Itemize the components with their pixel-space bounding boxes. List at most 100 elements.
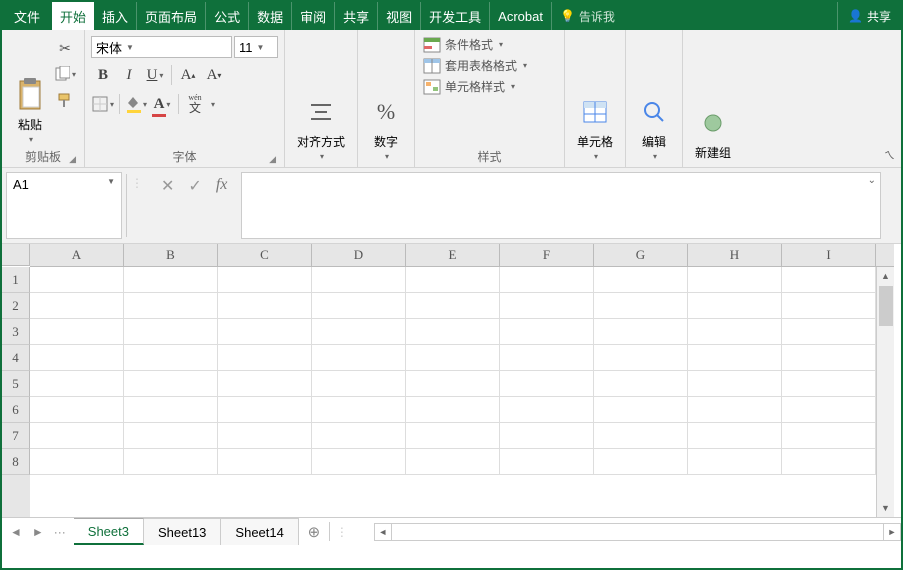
cell[interactable] [312,371,406,397]
tab-file[interactable]: 文件 [2,2,52,30]
paste-button[interactable]: 粘贴 ▾ [8,34,52,146]
cell[interactable] [124,319,218,345]
cell[interactable] [30,319,124,345]
cell[interactable] [312,397,406,423]
cell[interactable] [594,293,688,319]
cell[interactable] [406,267,500,293]
share-button[interactable]: 👤 共享 [837,2,901,30]
decrease-font-button[interactable]: A▾ [202,63,226,87]
cell[interactable] [594,319,688,345]
cut-button[interactable]: ✂ [54,38,76,58]
tab-page-layout[interactable]: 页面布局 [137,2,206,30]
tab-data[interactable]: 数据 [249,2,292,30]
cell[interactable] [124,267,218,293]
italic-button[interactable]: I [117,63,141,87]
scroll-left-button[interactable]: ◄ [374,523,392,541]
accept-formula-button[interactable]: ✓ [188,176,201,196]
table-format-button[interactable]: 套用表格格式▾ [423,57,527,74]
resize-handle[interactable]: ⋮ [330,518,354,545]
cell[interactable] [218,371,312,397]
cell[interactable] [406,371,500,397]
row-header-1[interactable]: 1 [2,267,30,293]
col-header-B[interactable]: B [124,244,218,266]
cell[interactable] [594,267,688,293]
phonetic-button[interactable]: wén文 [183,92,207,116]
col-header-A[interactable]: A [30,244,124,266]
cell[interactable] [782,449,876,475]
cell[interactable] [218,345,312,371]
cell[interactable] [594,423,688,449]
cell[interactable] [124,345,218,371]
conditional-format-button[interactable]: 条件格式▾ [423,36,527,53]
cells-button[interactable]: 单元格 ▾ [571,34,619,163]
clipboard-launcher[interactable]: ◢ [69,154,76,165]
fill-color-button[interactable]: ▾ [124,92,148,116]
row-header-8[interactable]: 8 [2,449,30,475]
cell[interactable] [30,345,124,371]
cell[interactable] [594,371,688,397]
cell[interactable] [30,397,124,423]
col-header-E[interactable]: E [406,244,500,266]
cell[interactable] [688,267,782,293]
cell[interactable] [124,371,218,397]
cell[interactable] [30,371,124,397]
cell[interactable] [312,319,406,345]
cell[interactable] [500,397,594,423]
cell[interactable] [30,293,124,319]
font-color-button[interactable]: A▾ [150,92,174,116]
row-header-7[interactable]: 7 [2,423,30,449]
cell[interactable] [312,345,406,371]
cell[interactable] [500,319,594,345]
cell[interactable] [406,319,500,345]
cell[interactable] [30,267,124,293]
cell[interactable] [124,293,218,319]
scroll-up-button[interactable]: ▲ [877,267,894,285]
cell[interactable] [688,319,782,345]
cell[interactable] [30,449,124,475]
cell[interactable] [312,293,406,319]
add-sheet-button[interactable]: ⊕ [299,518,329,545]
sheet-nav-prev[interactable]: ◄ [10,525,22,539]
cell[interactable] [124,397,218,423]
cell[interactable] [782,319,876,345]
bold-button[interactable]: B [91,63,115,87]
row-header-6[interactable]: 6 [2,397,30,423]
sheet-tab-1[interactable]: Sheet3 [74,518,144,545]
cell[interactable] [312,267,406,293]
col-header-C[interactable]: C [218,244,312,266]
cell[interactable] [124,423,218,449]
cell[interactable] [594,345,688,371]
border-button[interactable]: ▾ [91,92,115,116]
tab-share[interactable]: 共享 [335,2,378,30]
cell[interactable] [312,449,406,475]
cell[interactable] [30,423,124,449]
new-group-button[interactable]: 新建组 [689,34,737,163]
cell[interactable] [218,423,312,449]
cell[interactable] [688,449,782,475]
underline-button[interactable]: U▾ [143,63,167,87]
align-button[interactable]: 对齐方式 ▾ [291,34,351,163]
cell[interactable] [124,449,218,475]
tab-insert[interactable]: 插入 [94,2,137,30]
cell[interactable] [688,293,782,319]
cell[interactable] [782,423,876,449]
copy-button[interactable]: ▾ [54,64,76,84]
formula-input[interactable]: ⌄ [241,172,881,239]
cell[interactable] [688,345,782,371]
cell[interactable] [500,293,594,319]
cell[interactable] [500,267,594,293]
cell[interactable] [218,319,312,345]
cell[interactable] [218,449,312,475]
cell[interactable] [782,293,876,319]
format-painter-button[interactable] [54,90,76,110]
cell[interactable] [500,345,594,371]
cell[interactable] [312,423,406,449]
collapse-ribbon-button[interactable]: ㄟ [884,147,895,163]
expand-formula-button[interactable]: ⌄ [868,175,876,186]
cell[interactable] [406,423,500,449]
tab-home[interactable]: 开始 [52,2,94,30]
font-name-combo[interactable]: 宋体▼ [91,36,232,58]
cells-area[interactable] [30,267,876,517]
cell[interactable] [688,371,782,397]
cell[interactable] [500,449,594,475]
